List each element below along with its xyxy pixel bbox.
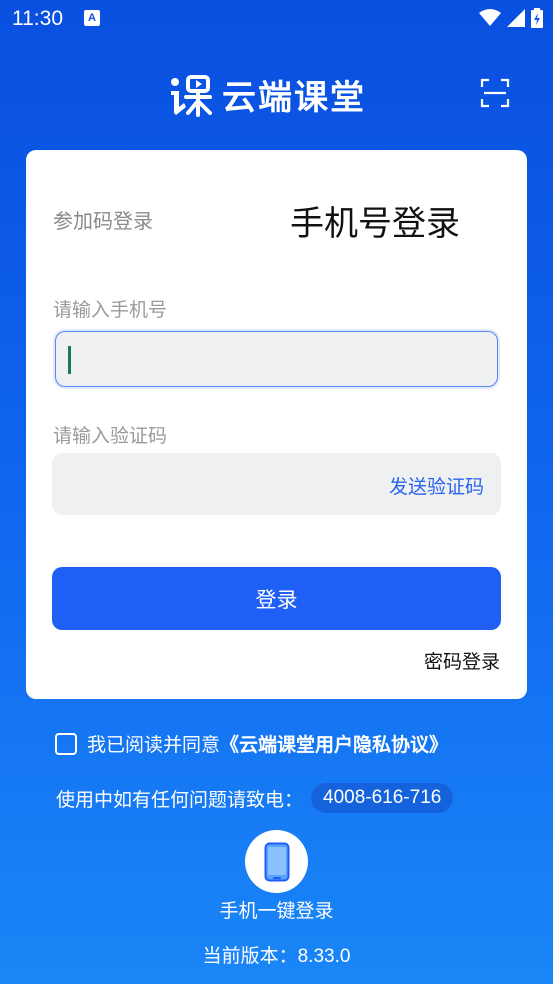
- agreement-text: 我已阅读并同意《云端课堂用户隐私协议》: [87, 730, 448, 757]
- support-phone-number[interactable]: 4008-616-716: [311, 783, 454, 813]
- scan-icon[interactable]: [480, 78, 510, 108]
- signal-icon: [507, 9, 525, 27]
- text-caret: [68, 346, 71, 374]
- app-title: 云端课堂: [222, 78, 366, 118]
- one-click-login-label[interactable]: 手机一键登录: [0, 896, 553, 923]
- one-click-login-button[interactable]: [245, 830, 308, 893]
- verification-code-input[interactable]: 发送验证码: [52, 453, 501, 515]
- support-row: 使用中如有任何问题请致电： 4008-616-716: [56, 783, 454, 813]
- password-login-link[interactable]: 密码登录: [424, 647, 500, 674]
- login-card: 参加码登录 手机号登录 请输入手机号 请输入验证码 发送验证码 登录 密码登录: [26, 150, 527, 699]
- privacy-policy-link[interactable]: 《云端课堂用户隐私协议》: [220, 734, 448, 756]
- status-icons: [479, 8, 543, 28]
- wifi-icon: [479, 9, 501, 26]
- app-version: 当前版本：8.33.0: [0, 941, 553, 968]
- battery-icon: [531, 8, 543, 28]
- agreement-prefix: 我已阅读并同意: [87, 734, 221, 756]
- send-code-button[interactable]: 发送验证码: [389, 472, 484, 499]
- version-label: 当前版本：: [202, 945, 298, 967]
- notification-icon: A: [84, 10, 100, 26]
- status-time: 11:30: [12, 7, 63, 30]
- app-header: 云端课堂: [0, 62, 553, 126]
- agreement-row: 我已阅读并同意《云端课堂用户隐私协议》: [55, 730, 448, 757]
- tab-phone-login[interactable]: 手机号登录: [290, 196, 460, 245]
- login-button[interactable]: 登录: [52, 567, 501, 630]
- tab-code-login[interactable]: 参加码登录: [53, 205, 153, 234]
- phone-icon: [264, 842, 289, 881]
- agreement-checkbox[interactable]: [55, 732, 77, 755]
- support-text: 使用中如有任何问题请致电：: [56, 788, 304, 811]
- phone-field-label: 请输入手机号: [53, 299, 168, 321]
- app-logo: 云端课堂: [168, 70, 366, 119]
- version-number: 8.33.0: [297, 946, 351, 967]
- phone-input[interactable]: [55, 331, 498, 387]
- logo-icon: [171, 74, 212, 117]
- status-bar: 11:30 A: [0, 0, 553, 38]
- code-field-label: 请输入验证码: [53, 425, 168, 447]
